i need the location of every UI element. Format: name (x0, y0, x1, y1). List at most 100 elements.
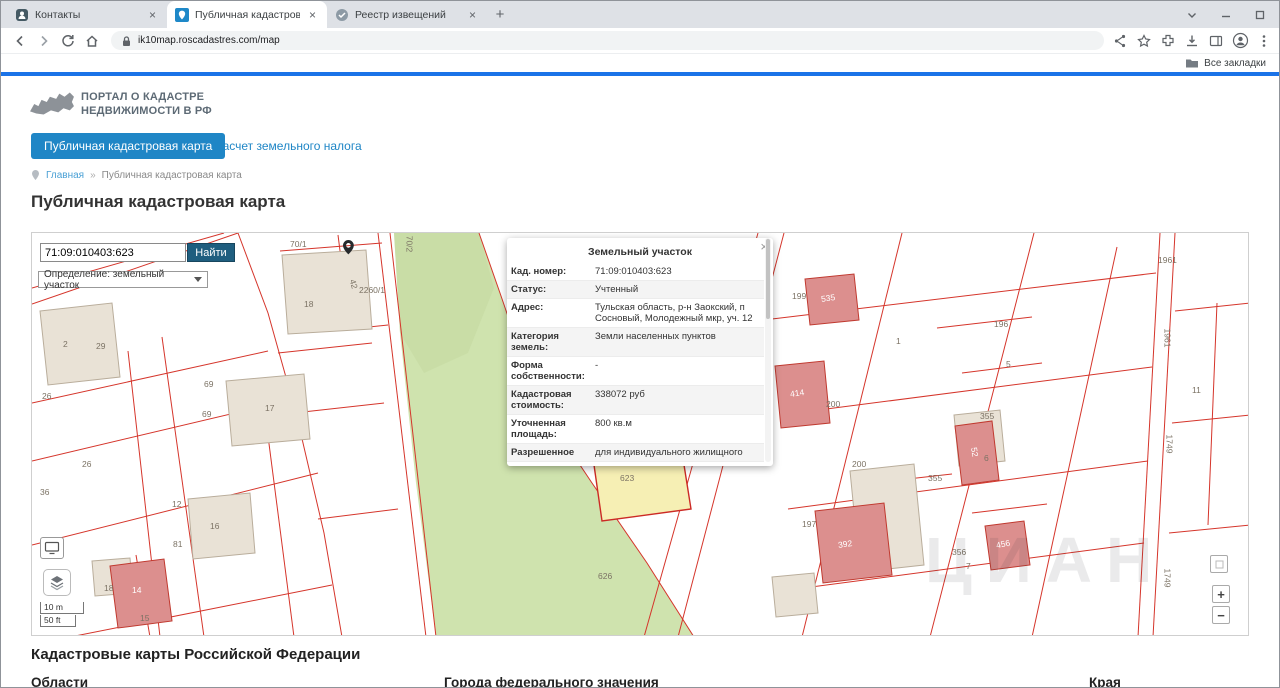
forward-button[interactable] (33, 30, 55, 52)
menu-dots-icon[interactable] (1257, 33, 1271, 49)
browser-tab-contacts[interactable]: Контакты × (7, 1, 167, 28)
zoom-in-button[interactable]: + (1212, 585, 1230, 603)
close-tab-icon[interactable]: × (466, 8, 479, 22)
portal-logo-text: ПОРТАЛ О КАДАСТРЕ НЕДВИЖИМОСТИ В РФ (81, 90, 212, 118)
close-tab-icon[interactable]: × (146, 8, 159, 22)
downloads-icon[interactable] (1184, 33, 1200, 49)
footer-section-title: Кадастровые карты Российской Федерации (31, 646, 360, 663)
new-tab-button[interactable]: + (487, 1, 513, 28)
footer-col-federal-cities: Города федерального значения (444, 675, 659, 688)
browser-toolbar: ik10map.roscadastres.com/map (1, 28, 1279, 53)
browser-window: Контакты × Публичная кадастровая ка × Ре… (0, 0, 1280, 688)
popup-row-label: Категория земель: (507, 328, 591, 356)
popup-row-label: Разрешенное (507, 444, 591, 461)
sidebar-icon[interactable] (1208, 33, 1224, 49)
popup-row-value: Учтенный (591, 281, 764, 298)
bookmarks-folder-icon (1185, 57, 1199, 69)
profile-avatar-icon[interactable] (1232, 32, 1249, 49)
all-bookmarks-label[interactable]: Все закладки (1204, 58, 1266, 69)
bookmarks-bar: Все закладки (1, 53, 1279, 72)
tab-search-chevron-icon[interactable] (1185, 8, 1199, 22)
map-scale-control: 10 m 50 ft (40, 602, 84, 627)
logo-line-2: НЕДВИЖИМОСТИ В РФ (81, 104, 212, 118)
share-icon[interactable] (1112, 33, 1128, 49)
close-tab-icon[interactable]: × (306, 8, 319, 22)
browser-tab-registry[interactable]: Реестр извещений × (327, 1, 487, 28)
tab-title: Контакты (35, 9, 140, 21)
search-button[interactable]: Найти (187, 243, 235, 262)
cadastral-number-input[interactable] (40, 243, 186, 262)
popup-row-value: Тульская область, р-н Заокский, п Соснов… (591, 299, 764, 327)
logo-line-1: ПОРТАЛ О КАДАСТРЕ (81, 90, 212, 104)
reload-icon (60, 33, 76, 49)
popup-title: Земельный участок (507, 238, 773, 263)
popup-row-value: 800 кв.м (591, 415, 764, 443)
breadcrumb-separator: » (90, 170, 96, 181)
breadcrumb-current: Публичная кадастровая карта (102, 170, 242, 181)
popup-row-label: Статус: (507, 281, 591, 298)
tab-title: Реестр извещений (355, 9, 460, 21)
bookmark-star-icon[interactable] (1136, 33, 1152, 49)
map-extra-button[interactable] (1210, 555, 1228, 573)
zoom-out-button[interactable]: − (1212, 606, 1230, 624)
browser-tab-cadastre-map[interactable]: Публичная кадастровая ка × (167, 1, 327, 28)
footer-col-regions: Области (31, 675, 88, 688)
popup-rows: Кад. номер:71:09:010403:623Статус:Учтенн… (507, 263, 773, 466)
browser-tab-strip: Контакты × Публичная кадастровая ка × Ре… (1, 1, 1279, 28)
popup-row-value: 338072 руб (591, 386, 764, 414)
extensions-icon[interactable] (1160, 33, 1176, 49)
registry-favicon-icon (335, 8, 349, 22)
parcel-info-popup: × Земельный участок Кад. номер:71:09:010… (507, 238, 773, 466)
popup-row: Разрешенноедля индивидуального жилищного (507, 444, 764, 462)
popup-row-label: Кад. номер: (507, 263, 591, 280)
square-icon (1215, 560, 1224, 569)
map-favicon-icon (175, 8, 189, 22)
popup-row: Статус:Учтенный (507, 281, 764, 299)
popup-scrollbar[interactable] (765, 238, 771, 462)
scrollbar-thumb[interactable] (766, 239, 770, 319)
popup-row: Кадастровая стоимость:338072 руб (507, 386, 764, 415)
tab-title: Публичная кадастровая ка (195, 9, 300, 21)
breadcrumb: Главная » Публичная кадастровая карта (31, 169, 242, 181)
maximize-window-icon[interactable] (1253, 8, 1267, 22)
map-layers-button[interactable] (43, 569, 71, 596)
site-tab-public-map[interactable]: Публичная кадастровая карта (31, 133, 225, 159)
home-button[interactable] (81, 30, 103, 52)
popup-row: Категория земель:Земли населенных пункто… (507, 328, 764, 357)
popup-row: Форма собственности:- (507, 357, 764, 386)
chevron-down-icon (194, 277, 202, 282)
popup-row: Уточненная площадь:800 кв.м (507, 415, 764, 444)
toolbar-actions (1112, 32, 1271, 49)
definition-select[interactable]: Определение: земельный участок (38, 271, 208, 288)
portal-logo-russia-map-icon (29, 88, 75, 118)
cadastral-map[interactable]: 70/170/2422260/1182292669176926361216811… (31, 232, 1249, 636)
back-arrow-icon (12, 33, 28, 49)
contacts-favicon-icon (15, 8, 29, 22)
map-view-mode-button[interactable] (40, 537, 64, 559)
back-button[interactable] (9, 30, 31, 52)
popup-row-value: - (591, 357, 764, 385)
popup-row: Кад. номер:71:09:010403:623 (507, 263, 764, 281)
scale-imperial: 50 ft (40, 615, 76, 627)
popup-row-value: Земли населенных пунктов (591, 328, 764, 356)
map-search: Найти (40, 243, 235, 262)
home-icon (84, 33, 100, 49)
window-controls (1185, 1, 1279, 28)
popup-row-label: Уточненная площадь: (507, 415, 591, 443)
site-tab-land-tax[interactable]: Расчет земельного налога (215, 139, 362, 153)
breadcrumb-home-link[interactable]: Главная (46, 170, 84, 181)
forward-arrow-icon (36, 33, 52, 49)
address-bar[interactable]: ik10map.roscadastres.com/map (111, 31, 1104, 50)
url-text: ik10map.roscadastres.com/map (138, 35, 280, 46)
layers-icon (48, 574, 66, 592)
scale-metric: 10 m (40, 602, 84, 614)
reload-button[interactable] (57, 30, 79, 52)
screen-icon (44, 541, 60, 555)
lock-icon (121, 35, 132, 47)
popup-row-label: Адрес: (507, 299, 591, 327)
minimize-window-icon[interactable] (1219, 8, 1233, 22)
popup-row-label: Форма собственности: (507, 357, 591, 385)
popup-row-label: Кадастровая стоимость: (507, 386, 591, 414)
web-page: ПОРТАЛ О КАДАСТРЕ НЕДВИЖИМОСТИ В РФ Публ… (1, 76, 1279, 688)
popup-row-value: 71:09:010403:623 (591, 263, 764, 280)
